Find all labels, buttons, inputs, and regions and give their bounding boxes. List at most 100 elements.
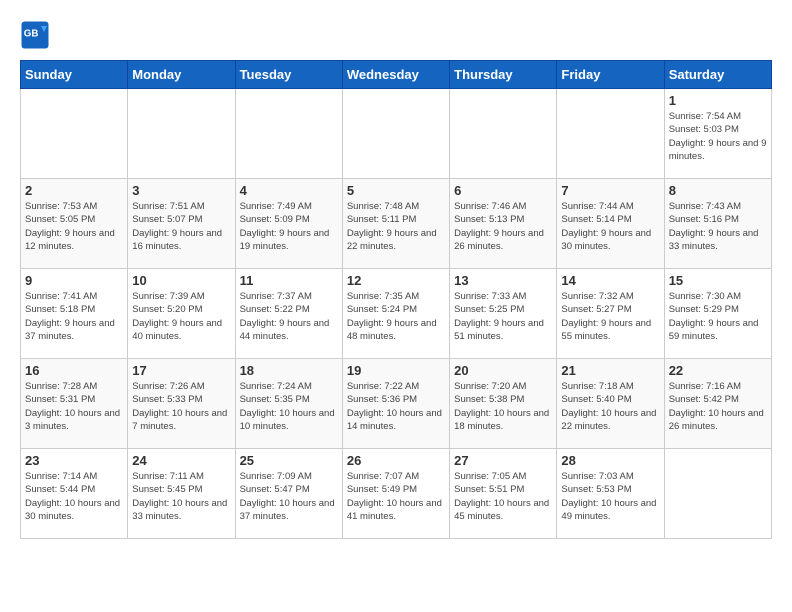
calendar-day-cell: 8 Sunrise: 7:43 AM Sunset: 5:16 PM Daylig… (664, 179, 771, 269)
calendar-week-row: 2 Sunrise: 7:53 AM Sunset: 5:05 PM Daylig… (21, 179, 772, 269)
day-info: Sunrise: 7:39 AM Sunset: 5:20 PM Dayligh… (132, 290, 230, 343)
calendar-day-cell: 13 Sunrise: 7:33 AM Sunset: 5:25 PM Dayli… (450, 269, 557, 359)
calendar-day-cell: 5Sunrise: 7:48 AM Sunset: 5:11 PM Daylig… (342, 179, 449, 269)
calendar-day-cell: 28 Sunrise: 7:03 AM Sunset: 5:53 PM Dayli… (557, 449, 664, 539)
day-info: Sunrise: 7:05 AM Sunset: 5:51 PM Dayligh… (454, 470, 552, 523)
day-number: 8 (669, 183, 767, 198)
day-info: Sunrise: 7:44 AM Sunset: 5:14 PM Dayligh… (561, 200, 659, 253)
day-number: 19 (347, 363, 445, 378)
calendar-day-cell: 9 Sunrise: 7:41 AM Sunset: 5:18 PM Daylig… (21, 269, 128, 359)
calendar-day-cell: 6 Sunrise: 7:46 AM Sunset: 5:13 PM Daylig… (450, 179, 557, 269)
day-number: 12 (347, 273, 445, 288)
day-info: Sunrise: 7:46 AM Sunset: 5:13 PM Dayligh… (454, 200, 552, 253)
day-info: Sunrise: 7:24 AM Sunset: 5:35 PM Dayligh… (240, 380, 338, 433)
calendar-day-cell: 27 Sunrise: 7:05 AM Sunset: 5:51 PM Dayli… (450, 449, 557, 539)
day-number: 10 (132, 273, 230, 288)
day-number: 5 (347, 183, 445, 198)
calendar-day-cell: 2 Sunrise: 7:53 AM Sunset: 5:05 PM Daylig… (21, 179, 128, 269)
day-number: 4 (240, 183, 338, 198)
weekday-header: Saturday (664, 61, 771, 89)
calendar-week-row: 16 Sunrise: 7:28 AM Sunset: 5:31 PM Dayli… (21, 359, 772, 449)
day-number: 16 (25, 363, 123, 378)
day-info: Sunrise: 7:54 AM Sunset: 5:03 PM Dayligh… (669, 110, 767, 163)
calendar-week-row: 1 Sunrise: 7:54 AM Sunset: 5:03 PM Daylig… (21, 89, 772, 179)
day-info: Sunrise: 7:07 AM Sunset: 5:49 PM Dayligh… (347, 470, 445, 523)
day-number: 3 (132, 183, 230, 198)
calendar-day-cell (450, 89, 557, 179)
calendar-day-cell: 22 Sunrise: 7:16 AM Sunset: 5:42 PM Dayli… (664, 359, 771, 449)
calendar-day-cell (557, 89, 664, 179)
weekday-header: Thursday (450, 61, 557, 89)
logo-icon: GB (20, 20, 50, 50)
calendar-day-cell: 17 Sunrise: 7:26 AM Sunset: 5:33 PM Dayli… (128, 359, 235, 449)
day-info: Sunrise: 7:20 AM Sunset: 5:38 PM Dayligh… (454, 380, 552, 433)
calendar-header: SundayMondayTuesdayWednesdayThursdayFrid… (21, 61, 772, 89)
day-number: 15 (669, 273, 767, 288)
weekday-header: Monday (128, 61, 235, 89)
calendar-day-cell (664, 449, 771, 539)
calendar-day-cell: 24 Sunrise: 7:11 AM Sunset: 5:45 PM Dayli… (128, 449, 235, 539)
calendar-day-cell: 18Sunrise: 7:24 AM Sunset: 5:35 PM Dayli… (235, 359, 342, 449)
day-number: 21 (561, 363, 659, 378)
day-info: Sunrise: 7:22 AM Sunset: 5:36 PM Dayligh… (347, 380, 445, 433)
day-number: 1 (669, 93, 767, 108)
day-info: Sunrise: 7:18 AM Sunset: 5:40 PM Dayligh… (561, 380, 659, 433)
calendar-day-cell: 16 Sunrise: 7:28 AM Sunset: 5:31 PM Dayli… (21, 359, 128, 449)
day-number: 26 (347, 453, 445, 468)
day-number: 9 (25, 273, 123, 288)
day-number: 25 (240, 453, 338, 468)
calendar-day-cell (128, 89, 235, 179)
day-info: Sunrise: 7:03 AM Sunset: 5:53 PM Dayligh… (561, 470, 659, 523)
day-number: 28 (561, 453, 659, 468)
day-number: 17 (132, 363, 230, 378)
calendar-day-cell: 14Sunrise: 7:32 AM Sunset: 5:27 PM Dayli… (557, 269, 664, 359)
calendar-day-cell: 11Sunrise: 7:37 AM Sunset: 5:22 PM Dayli… (235, 269, 342, 359)
weekday-header: Wednesday (342, 61, 449, 89)
day-number: 14 (561, 273, 659, 288)
calendar-day-cell: 12 Sunrise: 7:35 AM Sunset: 5:24 PM Dayli… (342, 269, 449, 359)
day-number: 27 (454, 453, 552, 468)
calendar-day-cell: 15 Sunrise: 7:30 AM Sunset: 5:29 PM Dayli… (664, 269, 771, 359)
day-number: 22 (669, 363, 767, 378)
svg-text:GB: GB (24, 29, 39, 40)
day-info: Sunrise: 7:28 AM Sunset: 5:31 PM Dayligh… (25, 380, 123, 433)
calendar-day-cell: 23Sunrise: 7:14 AM Sunset: 5:44 PM Dayli… (21, 449, 128, 539)
calendar-body: 1 Sunrise: 7:54 AM Sunset: 5:03 PM Daylig… (21, 89, 772, 539)
day-info: Sunrise: 7:37 AM Sunset: 5:22 PM Dayligh… (240, 290, 338, 343)
day-number: 7 (561, 183, 659, 198)
day-info: Sunrise: 7:11 AM Sunset: 5:45 PM Dayligh… (132, 470, 230, 523)
weekday-header: Friday (557, 61, 664, 89)
day-number: 23 (25, 453, 123, 468)
calendar-day-cell (21, 89, 128, 179)
day-info: Sunrise: 7:33 AM Sunset: 5:25 PM Dayligh… (454, 290, 552, 343)
weekday-header: Tuesday (235, 61, 342, 89)
calendar-day-cell: 26 Sunrise: 7:07 AM Sunset: 5:49 PM Dayli… (342, 449, 449, 539)
day-number: 2 (25, 183, 123, 198)
calendar-day-cell: 21 Sunrise: 7:18 AM Sunset: 5:40 PM Dayli… (557, 359, 664, 449)
day-info: Sunrise: 7:53 AM Sunset: 5:05 PM Dayligh… (25, 200, 123, 253)
day-number: 20 (454, 363, 552, 378)
day-info: Sunrise: 7:35 AM Sunset: 5:24 PM Dayligh… (347, 290, 445, 343)
calendar-day-cell: 3 Sunrise: 7:51 AM Sunset: 5:07 PM Daylig… (128, 179, 235, 269)
logo: GB (20, 20, 54, 50)
calendar-day-cell: 20 Sunrise: 7:20 AM Sunset: 5:38 PM Dayli… (450, 359, 557, 449)
day-info: Sunrise: 7:26 AM Sunset: 5:33 PM Dayligh… (132, 380, 230, 433)
calendar-day-cell: 25 Sunrise: 7:09 AM Sunset: 5:47 PM Dayli… (235, 449, 342, 539)
calendar-day-cell (235, 89, 342, 179)
calendar-day-cell: 7 Sunrise: 7:44 AM Sunset: 5:14 PM Daylig… (557, 179, 664, 269)
day-info: Sunrise: 7:09 AM Sunset: 5:47 PM Dayligh… (240, 470, 338, 523)
calendar-table: SundayMondayTuesdayWednesdayThursdayFrid… (20, 60, 772, 539)
day-info: Sunrise: 7:51 AM Sunset: 5:07 PM Dayligh… (132, 200, 230, 253)
day-info: Sunrise: 7:16 AM Sunset: 5:42 PM Dayligh… (669, 380, 767, 433)
day-info: Sunrise: 7:30 AM Sunset: 5:29 PM Dayligh… (669, 290, 767, 343)
page-header: GB (20, 20, 772, 50)
calendar-week-row: 9 Sunrise: 7:41 AM Sunset: 5:18 PM Daylig… (21, 269, 772, 359)
calendar-day-cell: 10 Sunrise: 7:39 AM Sunset: 5:20 PM Dayli… (128, 269, 235, 359)
day-number: 24 (132, 453, 230, 468)
day-number: 13 (454, 273, 552, 288)
day-info: Sunrise: 7:41 AM Sunset: 5:18 PM Dayligh… (25, 290, 123, 343)
day-info: Sunrise: 7:43 AM Sunset: 5:16 PM Dayligh… (669, 200, 767, 253)
calendar-week-row: 23Sunrise: 7:14 AM Sunset: 5:44 PM Dayli… (21, 449, 772, 539)
day-number: 6 (454, 183, 552, 198)
weekday-header: Sunday (21, 61, 128, 89)
